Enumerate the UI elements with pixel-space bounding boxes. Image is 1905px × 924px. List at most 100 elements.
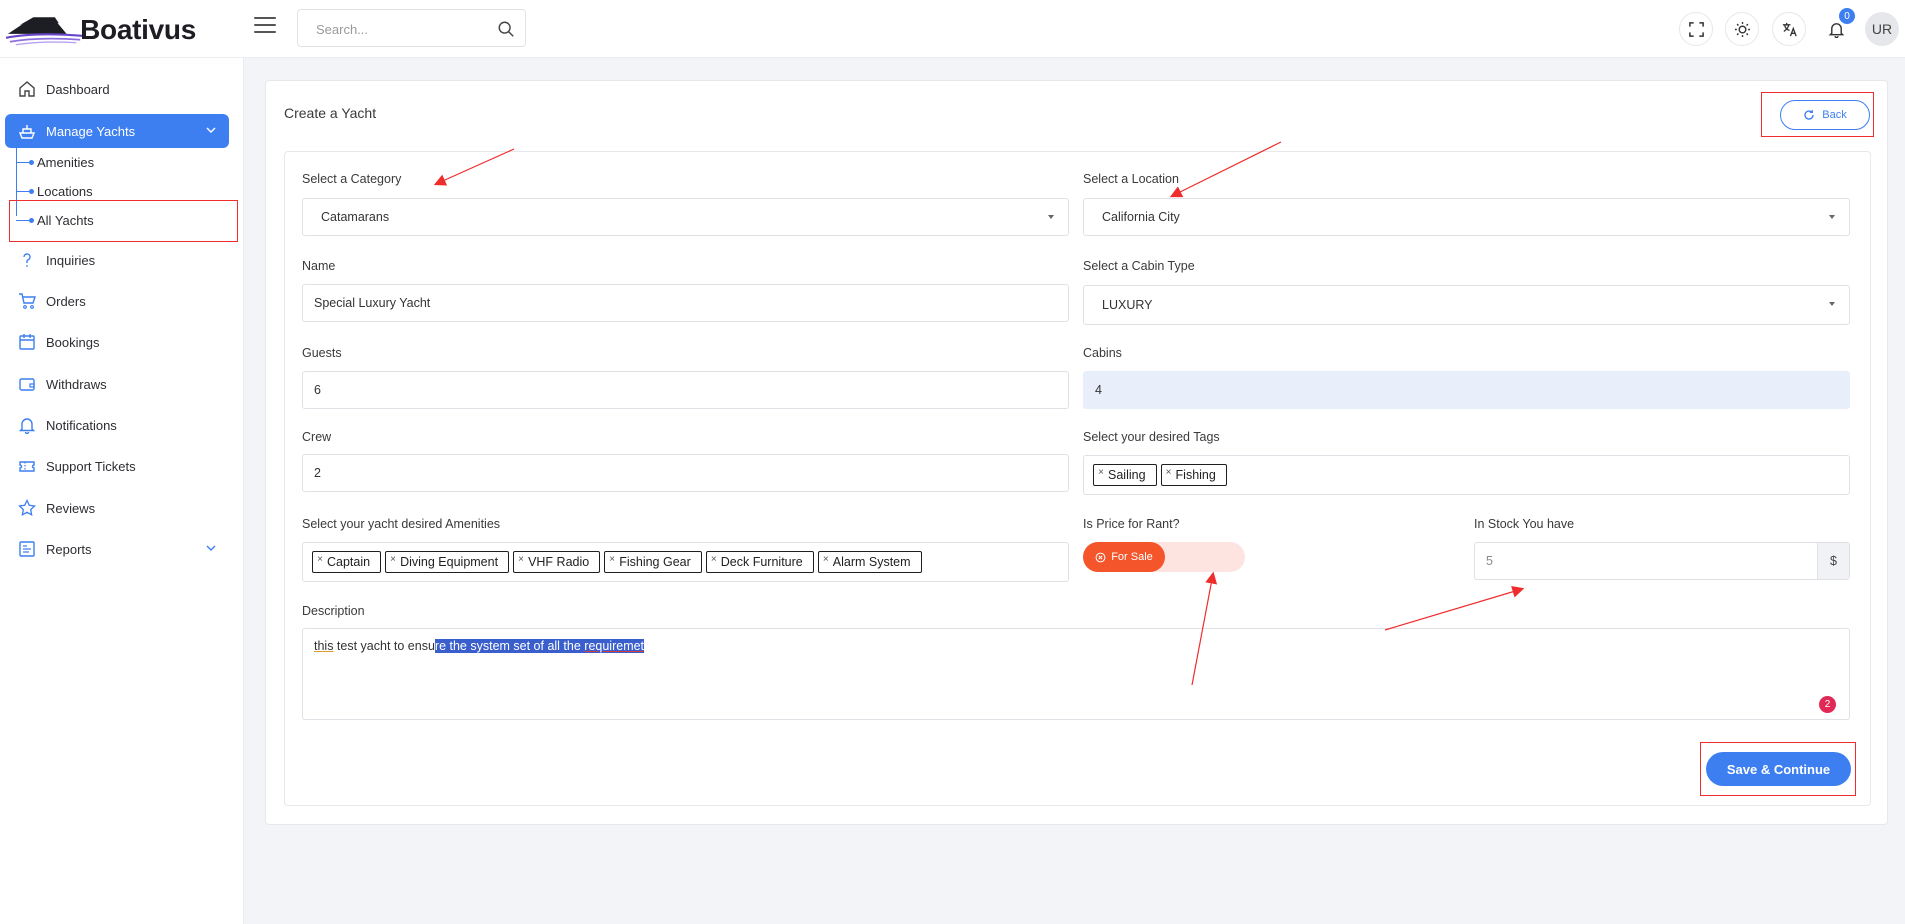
- brand-name: Boativus: [80, 14, 196, 45]
- name-input[interactable]: Special Luxury Yacht: [302, 284, 1069, 322]
- crew-value: 2: [314, 466, 321, 480]
- sidebar: Dashboard Manage Yachts Amenities Locati…: [0, 58, 244, 924]
- location-label: Select a Location: [1083, 172, 1179, 186]
- sidebar-item-inquiries[interactable]: Inquiries: [5, 243, 229, 277]
- stock-placeholder: 5: [1486, 554, 1493, 568]
- sidebar-subitem-locations[interactable]: Locations: [16, 179, 93, 203]
- close-circle-icon: [1095, 552, 1106, 562]
- cabins-input[interactable]: 4: [1083, 371, 1850, 409]
- fullscreen-icon: [1688, 21, 1704, 37]
- remove-tag-icon[interactable]: ×: [514, 554, 528, 565]
- location-select[interactable]: California City: [1083, 198, 1850, 236]
- amenity-chip[interactable]: × Alarm System: [817, 551, 922, 573]
- language-button[interactable]: [1772, 12, 1806, 46]
- caret-down-icon: [1829, 215, 1835, 219]
- sidebar-subitem-label: All Yachts: [37, 212, 94, 228]
- sidebar-subitem-amenities[interactable]: Amenities: [16, 150, 94, 174]
- sidebar-item-orders[interactable]: Orders: [5, 284, 229, 318]
- price-label: Is Price for Rant?: [1083, 517, 1180, 531]
- amenities-multiselect[interactable]: × Captain × Diving Equipment × VHF Radio × F…: [302, 542, 1069, 582]
- amenities-label: Select your yacht desired Amenities: [302, 517, 501, 531]
- crew-input[interactable]: 2: [302, 454, 1069, 492]
- for-sale-option[interactable]: For Sale: [1083, 542, 1165, 572]
- sidebar-item-label: Withdraws: [46, 376, 107, 392]
- sidebar-item-label: Manage Yachts: [46, 123, 136, 139]
- remove-tag-icon[interactable]: ×: [1162, 467, 1176, 478]
- grammar-counter-badge[interactable]: 2: [1819, 696, 1836, 713]
- sidebar-item-support-tickets[interactable]: Support Tickets: [5, 449, 229, 483]
- fullscreen-button[interactable]: [1679, 12, 1713, 46]
- cabin-type-value: LUXURY: [1102, 298, 1153, 312]
- brand-logo[interactable]: Boativus: [6, 10, 196, 50]
- amenity-chip[interactable]: × Fishing Gear: [604, 551, 702, 573]
- selected-text-misspelled: requiremet: [584, 639, 645, 653]
- sidebar-item-bookings[interactable]: Bookings: [5, 325, 229, 359]
- sidebar-item-reports[interactable]: Reports: [5, 532, 229, 566]
- save-continue-button[interactable]: Save & Continue: [1706, 752, 1851, 786]
- notifications-button[interactable]: 0: [1819, 8, 1855, 46]
- caret-down-icon: [1048, 215, 1054, 219]
- sidebar-item-label: Notifications: [46, 417, 117, 433]
- cart-icon: [19, 293, 36, 309]
- cabin-type-label: Select a Cabin Type: [1083, 259, 1195, 273]
- name-value: Special Luxury Yacht: [314, 296, 431, 310]
- search-input[interactable]: [316, 19, 486, 39]
- remove-tag-icon[interactable]: ×: [386, 554, 400, 565]
- ticket-icon: [19, 461, 35, 472]
- category-value: Catamarans: [321, 210, 390, 224]
- description-textarea[interactable]: this test yacht to ensure the system set…: [302, 628, 1850, 720]
- back-button[interactable]: Back: [1780, 100, 1870, 130]
- remove-tag-icon[interactable]: ×: [313, 554, 327, 565]
- category-select[interactable]: Catamarans: [302, 198, 1069, 236]
- amenity-chip[interactable]: × Diving Equipment: [385, 551, 510, 573]
- theme-toggle-button[interactable]: [1725, 12, 1759, 46]
- refresh-icon: [1804, 110, 1814, 120]
- sidebar-item-reviews[interactable]: Reviews: [5, 491, 229, 525]
- tag-chip[interactable]: × Sailing: [1093, 464, 1157, 486]
- sidebar-subitem-all-yachts[interactable]: All Yachts: [16, 208, 94, 232]
- sidebar-item-manage-yachts[interactable]: Manage Yachts: [5, 114, 229, 148]
- sidebar-item-dashboard[interactable]: Dashboard: [5, 72, 229, 106]
- amenity-chip[interactable]: × Captain: [312, 551, 382, 573]
- cabin-type-select[interactable]: LUXURY: [1083, 285, 1850, 325]
- question-icon: [23, 253, 31, 267]
- cabins-value: 4: [1095, 383, 1102, 397]
- hamburger-menu-icon[interactable]: [254, 14, 276, 36]
- page-title: Create a Yacht: [284, 105, 377, 121]
- bell-icon: [18, 418, 36, 434]
- search-box: [297, 9, 526, 47]
- search-icon[interactable]: [497, 20, 515, 38]
- sidebar-subitem-label: Amenities: [37, 154, 95, 170]
- remove-tag-icon[interactable]: ×: [707, 554, 721, 565]
- amenity-chip[interactable]: × Deck Furniture: [705, 551, 814, 573]
- stock-label: In Stock You have: [1474, 517, 1575, 531]
- description-label: Description: [302, 604, 365, 618]
- sidebar-item-notifications[interactable]: Notifications: [5, 408, 229, 442]
- crew-label: Crew: [302, 430, 332, 444]
- calendar-icon: [19, 334, 35, 350]
- star-icon: [18, 499, 36, 517]
- caret-down-icon: [1829, 302, 1835, 306]
- tag-chip[interactable]: × Fishing: [1160, 464, 1227, 486]
- tags-label: Select your desired Tags: [1083, 430, 1220, 444]
- price-type-toggle[interactable]: For Sale: [1083, 542, 1245, 572]
- sidebar-item-label: Dashboard: [46, 81, 110, 97]
- tags-multiselect[interactable]: × Sailing × Fishing: [1083, 455, 1850, 495]
- home-icon: [19, 81, 35, 97]
- sidebar-item-label: Reports: [46, 541, 92, 557]
- selected-text: re the system set of all the: [434, 639, 585, 653]
- category-label: Select a Category: [302, 172, 402, 186]
- translate-icon: [1782, 22, 1797, 36]
- stock-input[interactable]: 5 $: [1474, 542, 1850, 580]
- for-sale-label: For Sale: [1111, 551, 1153, 563]
- yacht-icon: [18, 125, 36, 139]
- user-avatar[interactable]: UR: [1865, 12, 1899, 46]
- remove-tag-icon[interactable]: ×: [819, 554, 833, 565]
- sidebar-item-withdraws[interactable]: Withdraws: [5, 367, 229, 401]
- amenity-chip[interactable]: × VHF Radio: [513, 551, 601, 573]
- remove-tag-icon[interactable]: ×: [605, 554, 619, 565]
- report-icon: [19, 541, 35, 557]
- guests-input[interactable]: 6: [302, 371, 1069, 409]
- currency-suffix: $: [1817, 543, 1849, 579]
- remove-tag-icon[interactable]: ×: [1094, 467, 1108, 478]
